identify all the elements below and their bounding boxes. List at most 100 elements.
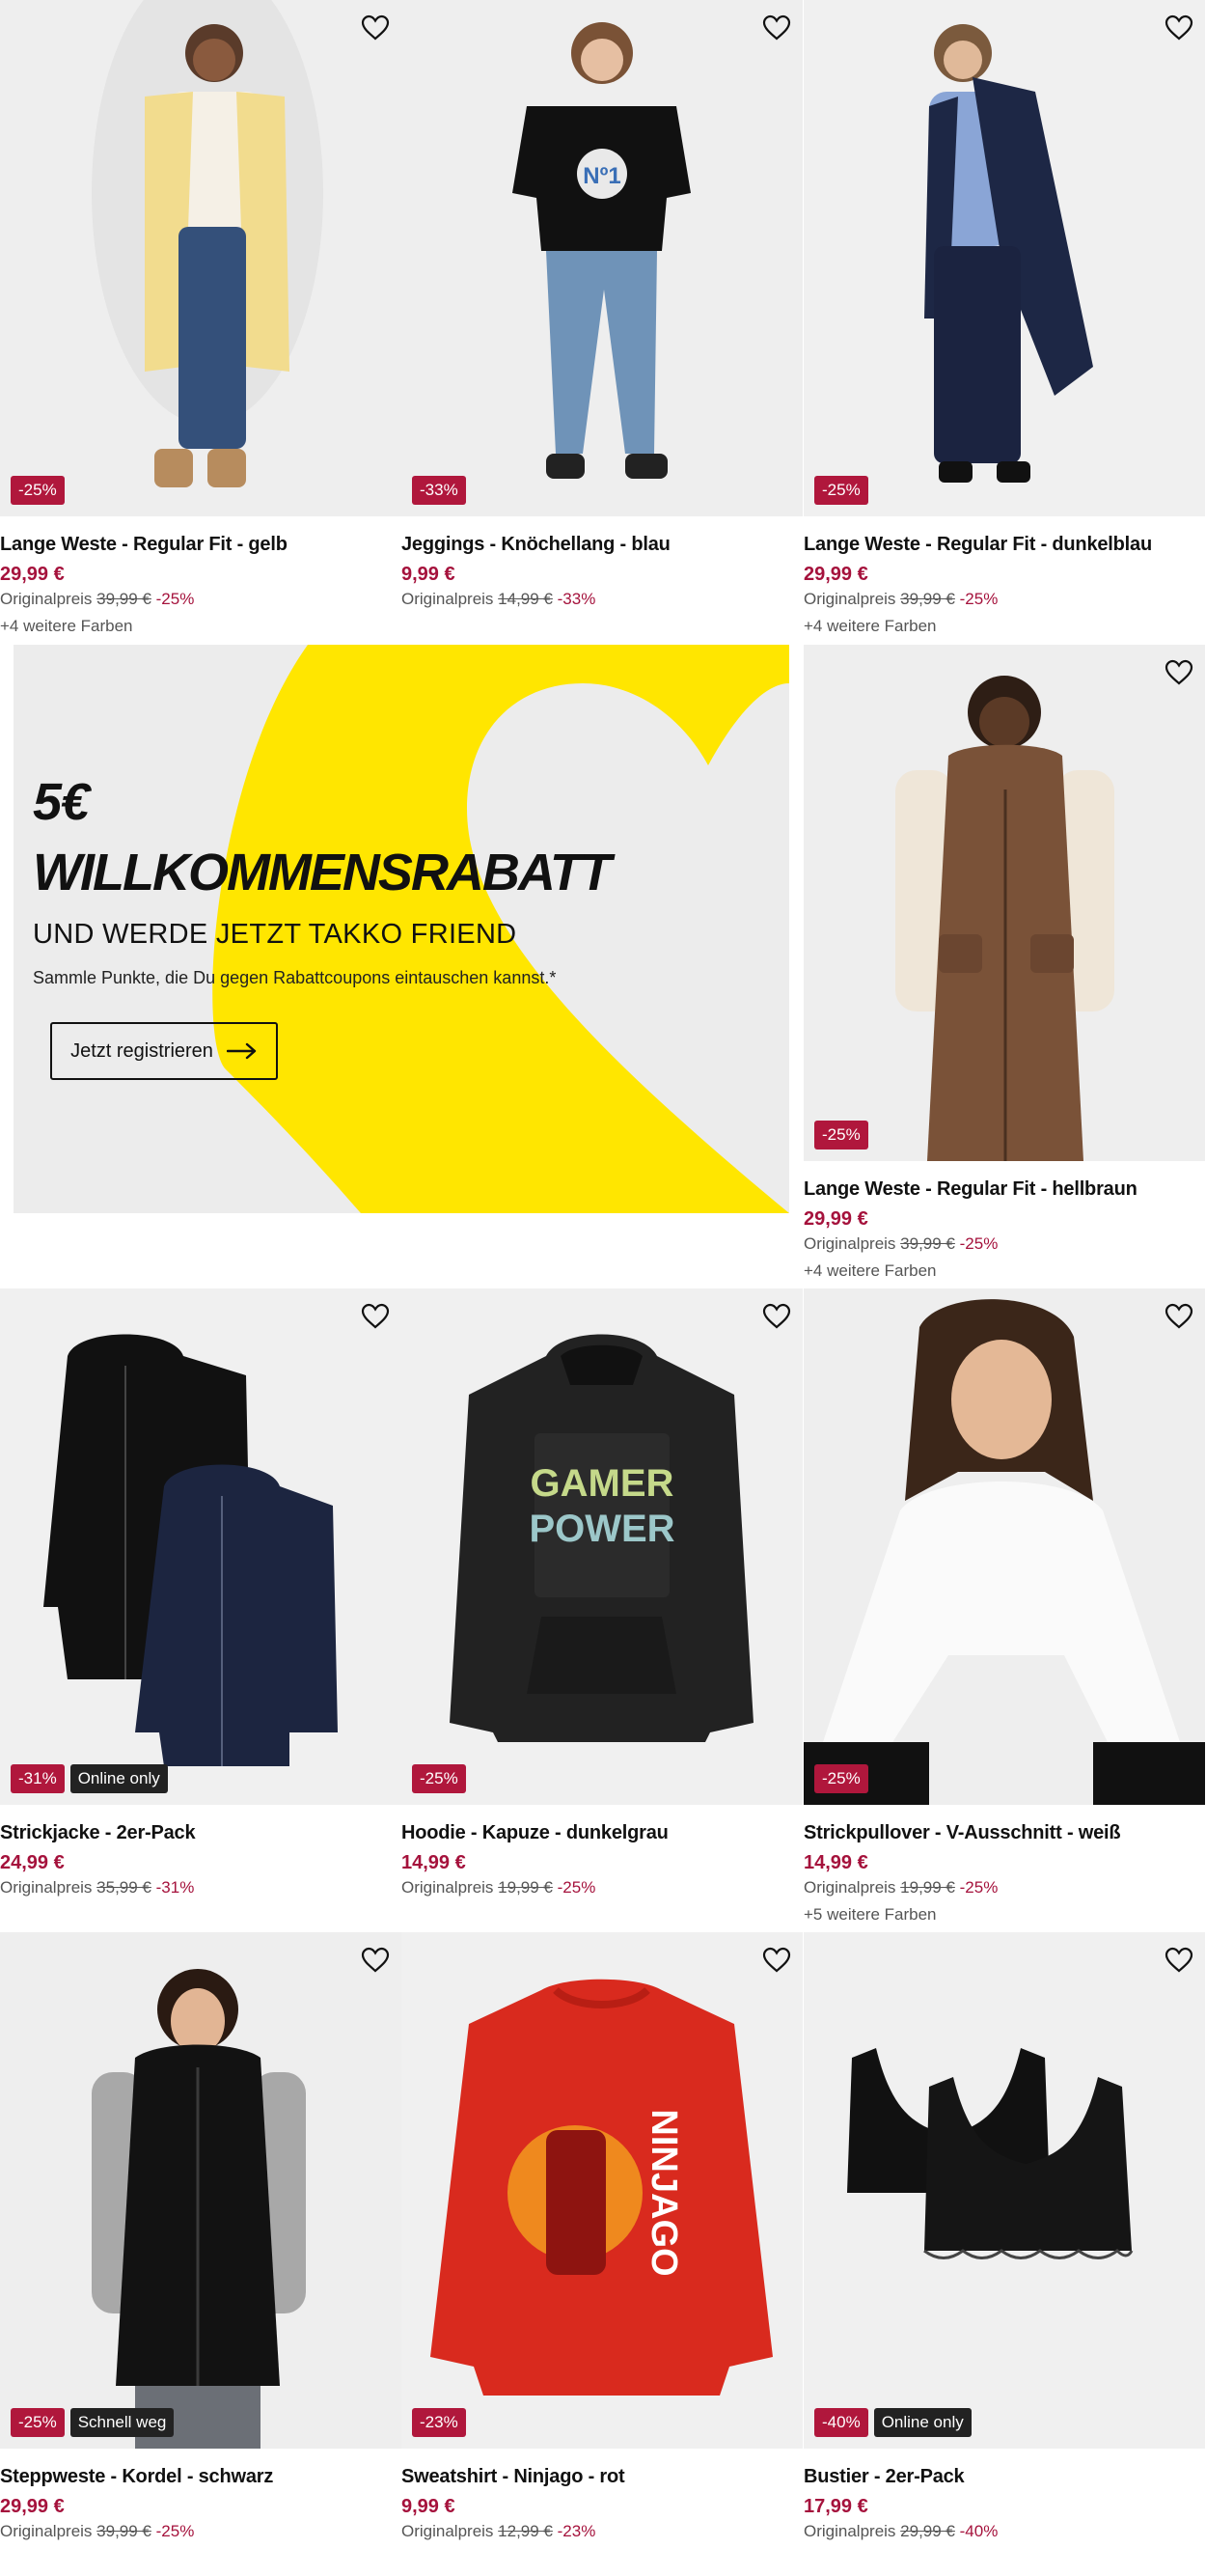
wishlist-heart-icon[interactable] <box>1163 656 1195 689</box>
discount-percent: -25% <box>959 590 999 608</box>
discount-percent: -25% <box>155 2522 195 2540</box>
original-price: 39,99 € <box>96 2522 151 2540</box>
product-photo-bustier-pack <box>804 1932 1205 2449</box>
discount-percent: -23% <box>557 2522 596 2540</box>
product-title[interactable]: Lange Weste - Regular Fit - hellbraun <box>804 1178 1205 1201</box>
register-button[interactable]: Jetzt registrieren <box>50 1022 278 1080</box>
original-price-label: Originalpreis <box>804 1234 896 1253</box>
product-image[interactable]: -25% <box>804 0 1205 516</box>
product-photo-hoodie: GAMER POWER <box>401 1288 803 1805</box>
hoodie-print-line1: GAMER <box>531 1462 674 1505</box>
original-price-label: Originalpreis <box>0 590 93 608</box>
promo-amount: 5€ <box>33 773 90 831</box>
original-price: 39,99 € <box>900 1234 955 1253</box>
product-price: 9,99 € <box>401 2496 455 2517</box>
wishlist-heart-icon[interactable] <box>760 1944 793 1977</box>
wishlist-heart-icon[interactable] <box>359 1300 392 1333</box>
product-title[interactable]: Strickpullover - V-Ausschnitt - weiß <box>804 1822 1205 1844</box>
original-price: 35,99 € <box>96 1878 151 1897</box>
sweatshirt-print-text: NINJAGO <box>644 2109 684 2276</box>
product-image[interactable]: Nº1 -33% <box>401 0 803 516</box>
hoodie-print-line2: POWER <box>529 1508 674 1550</box>
product-photo-brown-vest <box>804 645 1205 1161</box>
more-colors-link[interactable]: +4 weitere Farben <box>804 1261 1205 1281</box>
product-price: 29,99 € <box>0 2496 65 2517</box>
original-price-line: Originalpreis 19,99 € -25% <box>804 1878 1205 1897</box>
original-price: 14,99 € <box>498 590 553 608</box>
online-only-badge: Online only <box>873 2408 972 2437</box>
product-image[interactable]: GAMER POWER -25% <box>401 1288 803 1805</box>
original-price-label: Originalpreis <box>401 1878 494 1897</box>
original-price-label: Originalpreis <box>0 2522 93 2540</box>
product-price: 17,99 € <box>804 2496 868 2517</box>
discount-percent: -25% <box>959 1878 999 1897</box>
wishlist-heart-icon[interactable] <box>359 12 392 44</box>
product-card[interactable]: -40% Online only Bustier - 2er-Pack 17,9… <box>804 1932 1205 2541</box>
product-card[interactable]: GAMER POWER -25% Hoodie - Kapuze - dunke… <box>401 1288 803 1897</box>
product-price: 14,99 € <box>804 1852 868 1873</box>
product-title[interactable]: Hoodie - Kapuze - dunkelgrau <box>401 1822 803 1844</box>
product-price: 9,99 € <box>401 564 455 585</box>
discount-percent: -31% <box>155 1878 195 1897</box>
discount-badge: -25% <box>814 476 868 505</box>
more-colors-link[interactable]: +4 weitere Farben <box>804 617 1205 636</box>
product-card[interactable]: -25% Schnell weg Steppweste - Kordel - s… <box>0 1932 401 2541</box>
product-card[interactable]: -25% Strickpullover - V-Ausschnitt - wei… <box>804 1288 1205 1925</box>
product-image[interactable]: NINJAGO -23% <box>401 1932 803 2449</box>
product-price: 14,99 € <box>401 1852 466 1873</box>
product-card[interactable]: -25% Lange Weste - Regular Fit - dunkelb… <box>804 0 1205 636</box>
product-title[interactable]: Sweatshirt - Ninjago - rot <box>401 2466 803 2488</box>
product-image[interactable]: -40% Online only <box>804 1932 1205 2449</box>
wishlist-heart-icon[interactable] <box>359 1944 392 1977</box>
product-price: 29,99 € <box>0 564 65 585</box>
product-title[interactable]: Strickjacke - 2er-Pack <box>0 1822 401 1844</box>
product-title[interactable]: Bustier - 2er-Pack <box>804 2466 1205 2488</box>
discount-percent: -25% <box>155 590 195 608</box>
discount-percent: -25% <box>959 1234 999 1253</box>
product-title[interactable]: Lange Weste - Regular Fit - dunkelblau <box>804 534 1205 556</box>
product-card[interactable]: -31% Online only Strickjacke - 2er-Pack … <box>0 1288 401 1897</box>
original-price: 39,99 € <box>96 590 151 608</box>
wishlist-heart-icon[interactable] <box>760 12 793 44</box>
original-price-line: Originalpreis 39,99 € -25% <box>0 590 401 609</box>
discount-badge: -25% <box>412 1764 466 1793</box>
promo-subline: UND WERDE JETZT TAKKO FRIEND <box>33 919 517 950</box>
more-colors-link[interactable]: +4 weitere Farben <box>0 617 401 636</box>
original-price-line: Originalpreis 39,99 € -25% <box>804 1234 1205 1254</box>
product-title[interactable]: Lange Weste - Regular Fit - gelb <box>0 534 401 556</box>
discount-percent: -25% <box>557 1878 596 1897</box>
product-photo-black-puffer-vest <box>0 1932 401 2449</box>
wishlist-heart-icon[interactable] <box>1163 1300 1195 1333</box>
more-colors-link[interactable]: +5 weitere Farben <box>804 1905 1205 1925</box>
product-card[interactable]: -25% Lange Weste - Regular Fit - hellbra… <box>804 645 1205 1281</box>
original-price-line: Originalpreis 39,99 € -25% <box>0 2522 401 2541</box>
product-card[interactable]: NINJAGO -23% Sweatshirt - Ninjago - rot … <box>401 1932 803 2541</box>
original-price: 39,99 € <box>900 590 955 608</box>
product-photo-yellow-vest <box>0 0 401 516</box>
wishlist-heart-icon[interactable] <box>1163 1944 1195 1977</box>
wishlist-heart-icon[interactable] <box>1163 12 1195 44</box>
discount-badge: -23% <box>412 2408 466 2437</box>
original-price: 19,99 € <box>900 1878 955 1897</box>
product-title[interactable]: Jeggings - Knöchellang - blau <box>401 534 803 556</box>
promo-banner[interactable]: 5€ WILLKOMMENSRABATT UND WERDE JETZT TAK… <box>14 645 789 1213</box>
original-price-line: Originalpreis 39,99 € -25% <box>804 590 1205 609</box>
product-title[interactable]: Steppweste - Kordel - schwarz <box>0 2466 401 2488</box>
product-image[interactable]: -25% Schnell weg <box>0 1932 401 2449</box>
discount-percent: -40% <box>959 2522 999 2540</box>
product-image[interactable]: -25% <box>0 0 401 516</box>
arrow-right-icon <box>226 1042 257 1060</box>
promo-note: Sammle Punkte, die Du gegen Rabattcoupon… <box>33 968 557 987</box>
product-card[interactable]: -25% Lange Weste - Regular Fit - gelb 29… <box>0 0 401 636</box>
product-image[interactable]: -31% Online only <box>0 1288 401 1805</box>
product-image[interactable]: -25% <box>804 645 1205 1161</box>
promo-headline: WILLKOMMENSRABATT <box>33 844 612 901</box>
original-price-label: Originalpreis <box>0 1878 93 1897</box>
original-price-line: Originalpreis 12,99 € -23% <box>401 2522 803 2541</box>
product-card[interactable]: Nº1 -33% Jeggings - Knöchellang - blau 9… <box>401 0 803 609</box>
product-photo-red-sweatshirt: NINJAGO <box>401 1932 803 2449</box>
wishlist-heart-icon[interactable] <box>760 1300 793 1333</box>
product-photo-jeggings: Nº1 <box>401 0 803 516</box>
product-image[interactable]: -25% <box>804 1288 1205 1805</box>
selling-fast-badge: Schnell weg <box>69 2408 175 2437</box>
